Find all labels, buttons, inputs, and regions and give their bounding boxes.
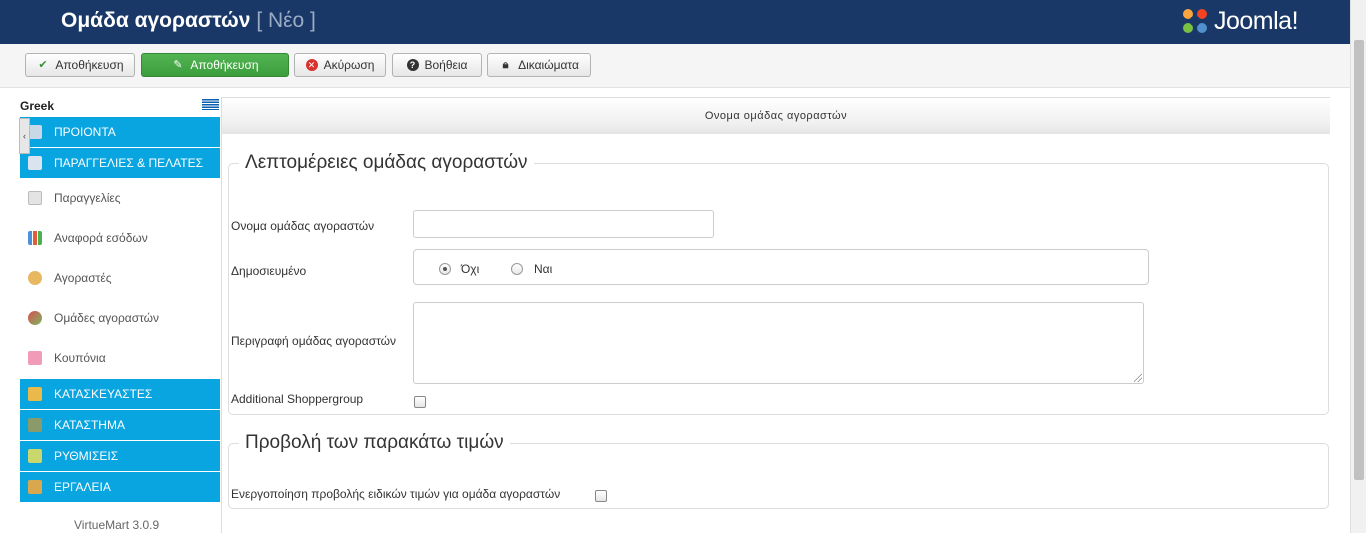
toolbar: ✔ Αποθήκευση ✎ Αποθήκευση ✕ Ακύρωση ? Βο… [0, 44, 1350, 88]
help-button-label: Βοήθεια [424, 58, 468, 72]
enable-special-prices-label: Ενεργοποίηση προβολής ειδικών τιμών για … [231, 487, 561, 501]
sidebar-item-coupons[interactable]: Κουπόνια [20, 340, 220, 376]
sidebar-item-shoppers[interactable]: Αγοραστές [20, 260, 220, 296]
page-scrollbar[interactable] [1350, 0, 1366, 533]
tab-label: Ονομα ομάδας αγοραστών [704, 110, 848, 122]
sidebar-item-label: Αναφορά εσόδων [54, 231, 148, 245]
language-label: Greek [20, 99, 55, 113]
cancel-button-label: Ακύρωση [323, 58, 375, 72]
virtuemart-version: VirtueMart 3.0.9 [74, 518, 160, 532]
header-bar: Ομάδα αγοραστών [ Νέο ] Joomla! [0, 0, 1350, 44]
published-no-radio[interactable] [439, 263, 451, 275]
shopper-group-name-input[interactable] [413, 210, 714, 238]
sidebar-section-label: ΠΡΟΙΟΝΤΑ [54, 125, 116, 139]
sidebar-item-label: Ομάδες αγοραστών [54, 311, 160, 325]
joomla-logo[interactable]: Joomla! [1180, 4, 1299, 38]
save-button-label: Αποθήκευση [55, 58, 124, 72]
sidebar-item-shopper-groups[interactable]: Ομάδες αγοραστών [20, 300, 220, 336]
sidebar-item-label: Αγοραστές [54, 271, 112, 285]
coupons-icon [28, 351, 42, 365]
shopper-group-name-label: Ονομα ομάδας αγοραστών [231, 219, 375, 233]
help-icon: ? [406, 59, 419, 71]
save-and-edit-button[interactable]: ✎ Αποθήκευση [141, 53, 289, 77]
sidebar: Greek ΠΡΟΙΟΝΤΑ ΠΑΡΑΓΓΕΛΙΕΣ & ΠΕΛΑΤΕΣ ‹ Π… [0, 88, 222, 533]
orders-icon [28, 156, 42, 170]
sidebar-item-label: Κουπόνια [54, 351, 106, 365]
sidebar-section-label: ΕΡΓΑΛΕΙΑ [54, 480, 111, 494]
check-icon: ✔ [38, 58, 48, 71]
page-title-status: [ Νέο ] [256, 9, 316, 32]
sidebar-item-orders[interactable]: Παραγγελίες [20, 180, 220, 216]
sidebar-item-label: Παραγγελίες [54, 191, 121, 205]
resize-grip-icon[interactable] [1134, 374, 1142, 382]
cancel-button[interactable]: ✕ Ακύρωση [294, 53, 386, 77]
published-no-label[interactable]: Όχι [461, 262, 479, 276]
enable-special-prices-checkbox[interactable] [595, 490, 607, 502]
joomla-logo-text: Joomla! [1214, 6, 1299, 35]
details-fieldset: Λεπτομέρειες ομάδας αγοραστών Ονομα ομάδ… [228, 152, 1329, 415]
published-yes-label[interactable]: Ναι [534, 262, 552, 276]
published-radio-group: Όχι Ναι [413, 249, 1149, 285]
details-legend: Λεπτομέρειες ομάδας αγοραστών [239, 152, 534, 174]
settings-icon [28, 449, 42, 463]
products-icon [28, 125, 42, 139]
help-button[interactable]: ? Βοήθεια [392, 53, 482, 77]
sidebar-section-tools[interactable]: ΕΡΓΑΛΕΙΑ [20, 472, 220, 502]
greek-flag-icon[interactable] [202, 99, 219, 110]
sidebar-section-label: ΡΥΘΜΙΣΕΙΣ [54, 449, 119, 463]
sidebar-section-label: ΠΑΡΑΓΓΕΛΙΕΣ & ΠΕΛΑΤΕΣ [54, 156, 204, 170]
sidebar-section-manufacturers[interactable]: ΚΑΤΑΣΚΕΥΑΣΤΕΣ [20, 379, 220, 409]
shoppers-icon [28, 271, 42, 285]
permissions-button[interactable]: 🔒︎ Δικαιώματα [487, 53, 591, 77]
main-content: Ονομα ομάδας αγοραστών Λεπτομέρειες ομάδ… [221, 97, 1330, 533]
store-icon [28, 418, 42, 432]
price-display-legend: Προβολή των παρακάτω τιμών [239, 432, 510, 454]
revenue-report-icon [28, 231, 42, 245]
sidebar-section-label: ΚΑΤΑΣΤΗΜΑ [54, 418, 125, 432]
page-title-text: Ομάδα αγοραστών [61, 9, 251, 32]
description-textarea[interactable] [413, 302, 1144, 384]
sidebar-section-orders-customers[interactable]: ΠΑΡΑΓΓΕΛΙΕΣ & ΠΕΛΑΤΕΣ [20, 148, 220, 178]
scrollbar-thumb[interactable] [1354, 40, 1364, 480]
published-yes-radio[interactable] [511, 263, 523, 275]
price-display-fieldset: Προβολή των παρακάτω τιμών Ενεργοποίηση … [228, 432, 1329, 509]
save-and-edit-button-label: Αποθήκευση [190, 58, 259, 72]
tab-shopper-group-name[interactable]: Ονομα ομάδας αγοραστών [222, 97, 1330, 134]
lock-icon: 🔒︎ [502, 58, 509, 71]
sidebar-section-settings[interactable]: ΡΥΘΜΙΣΕΙΣ [20, 441, 220, 471]
manufacturers-icon [28, 387, 42, 401]
sidebar-section-label: ΚΑΤΑΣΚΕΥΑΣΤΕΣ [54, 387, 153, 401]
save-button[interactable]: ✔ Αποθήκευση [25, 53, 135, 77]
cancel-icon: ✕ [305, 59, 318, 71]
joomla-logo-icon [1183, 9, 1207, 33]
sidebar-collapse-toggle[interactable]: ‹ [19, 118, 30, 154]
published-label: Δημοσιευμένο [231, 264, 307, 278]
description-label: Περιγραφή ομάδας αγοραστών [231, 334, 397, 348]
sidebar-section-store[interactable]: ΚΑΤΑΣΤΗΜΑ [20, 410, 220, 440]
additional-shoppergroup-label: Additional Shoppergroup [231, 392, 364, 406]
orders-list-icon [28, 191, 42, 205]
edit-icon: ✎ [173, 58, 183, 71]
additional-shoppergroup-checkbox[interactable] [414, 396, 426, 408]
sidebar-item-revenue-report[interactable]: Αναφορά εσόδων [20, 220, 220, 256]
page-title: Ομάδα αγοραστών [ Νέο ] [61, 9, 316, 33]
permissions-button-label: Δικαιώματα [518, 58, 579, 72]
sidebar-section-products[interactable]: ΠΡΟΙΟΝΤΑ [20, 117, 220, 147]
tools-icon [28, 480, 42, 494]
shopper-groups-icon [28, 311, 42, 325]
